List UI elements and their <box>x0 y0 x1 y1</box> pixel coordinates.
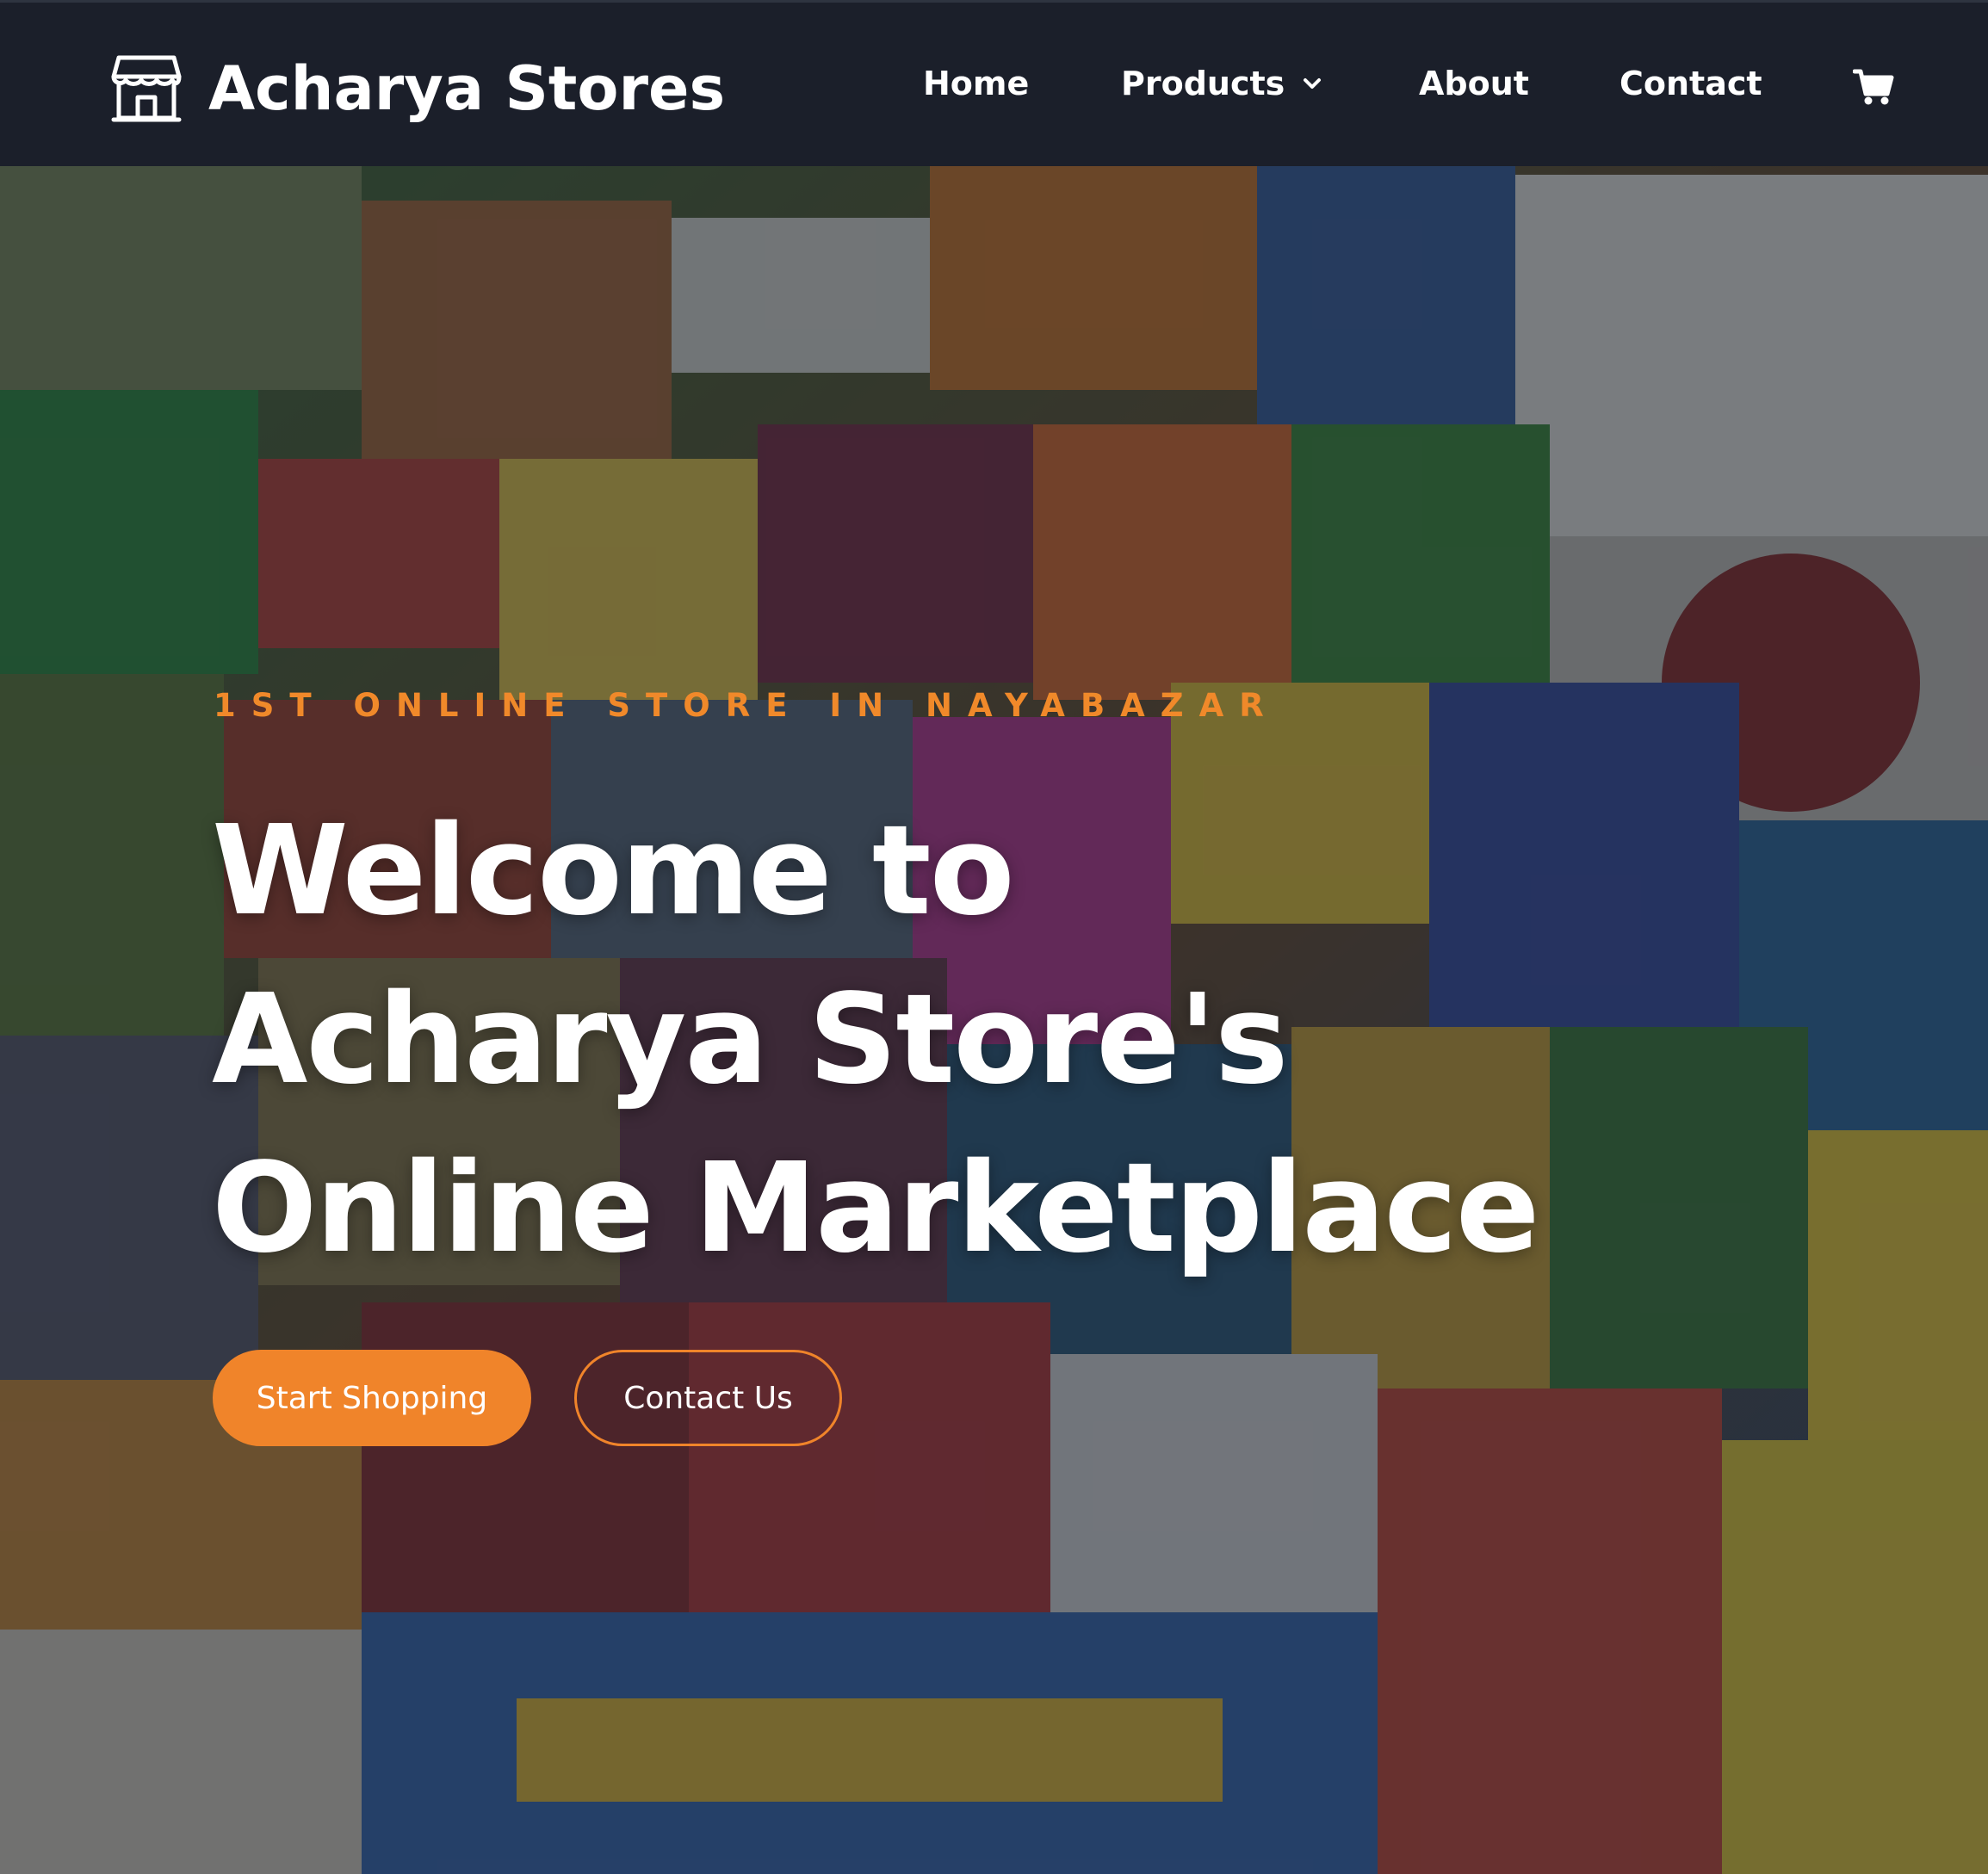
navbar: Acharya Stores Home Products About Conta… <box>0 0 1988 166</box>
main-nav: Home Products About Contact <box>0 53 1988 121</box>
nav-contact-link[interactable]: Contact <box>1620 65 1762 102</box>
nav-about-link[interactable]: About <box>1419 65 1529 102</box>
hero-eyebrow: 1ST ONLINE STORE IN NAYABAZAR <box>214 687 1279 724</box>
nav-products-label: Products <box>1121 65 1285 102</box>
chevron-down-icon <box>1304 78 1322 89</box>
headline-line-3: Online Marketplace <box>212 1135 1539 1280</box>
headline-line-2: Acharya Store's <box>212 967 1289 1111</box>
nav-about-label: About <box>1419 65 1529 102</box>
hero-section: 1ST ONLINE STORE IN NAYABAZAR Welcome to… <box>0 166 1988 1874</box>
hero-headline: Welcome to Acharya Store's Online Market… <box>212 786 1675 1292</box>
contact-us-button[interactable]: Contact Us <box>574 1350 842 1446</box>
nav-products-dropdown[interactable]: Products <box>1121 65 1324 102</box>
shopping-cart-icon[interactable] <box>1853 68 1894 106</box>
nav-home-link[interactable]: Home <box>923 65 1029 102</box>
nav-contact-label: Contact <box>1620 65 1762 102</box>
headline-line-1: Welcome to <box>212 798 1015 943</box>
start-shopping-button[interactable]: Start Shopping <box>213 1350 531 1446</box>
nav-home-label: Home <box>923 65 1030 102</box>
